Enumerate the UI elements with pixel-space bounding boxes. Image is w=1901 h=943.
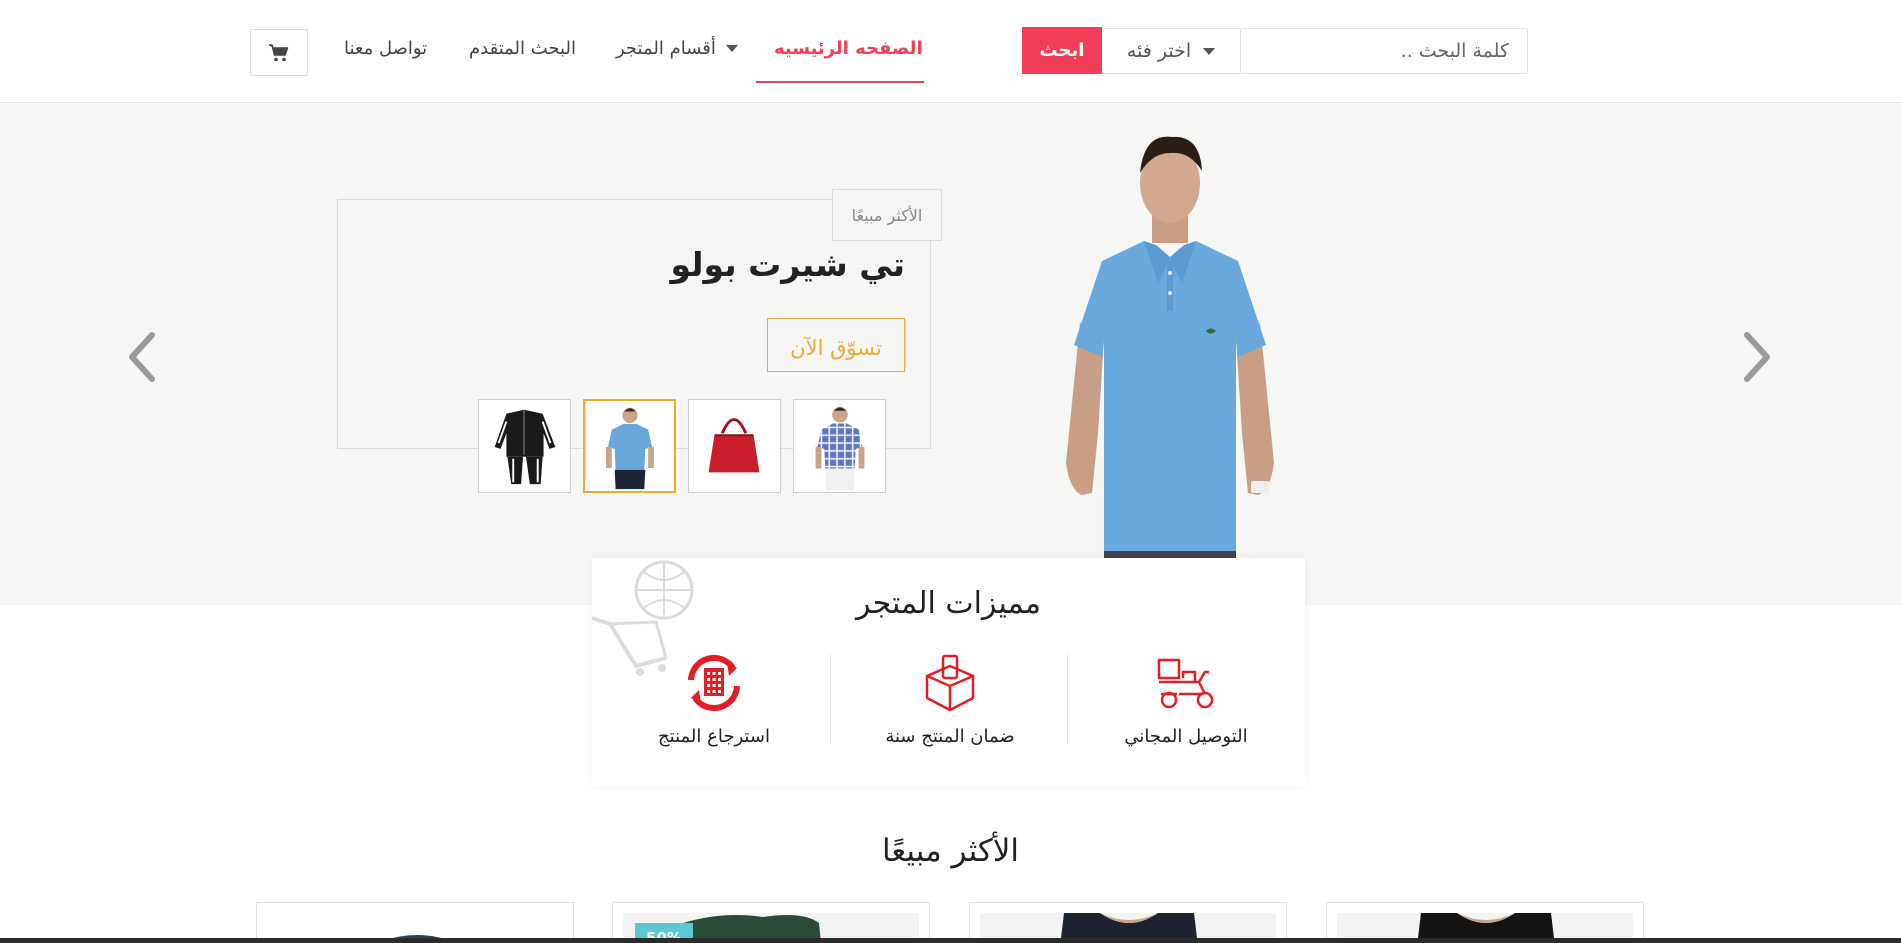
delivery-scooter-icon (1157, 658, 1214, 709)
polo-shirt-image (585, 401, 674, 491)
chevron-right-icon[interactable] (1731, 327, 1781, 387)
tracksuit-image (494, 409, 556, 485)
product-card[interactable] (256, 902, 574, 943)
search-input[interactable] (1240, 28, 1528, 74)
nav-active-underline (756, 81, 924, 83)
chevron-left-icon[interactable] (118, 327, 168, 387)
feature-label: استرجاع المنتج (658, 726, 770, 747)
thumbnail-tracksuit[interactable] (478, 399, 571, 493)
product-card[interactable] (969, 902, 1287, 943)
best-seller-badge: الأكثر مبيعًا (832, 189, 942, 241)
brand-logo[interactable]: عربي (1560, 22, 1666, 78)
cart-button[interactable] (250, 29, 308, 76)
chevron-down-icon (725, 45, 738, 52)
store-features-panel: مميزات المتجر التوصيل المجاني ضمان المنت (592, 558, 1305, 786)
feature-label: التوصيل المجاني (1124, 726, 1248, 747)
thumbnail-polo-shirt[interactable] (583, 399, 676, 493)
thumbnail-checked-shirt[interactable] (793, 399, 886, 493)
nav-store-sections-label: أقسام المتجر (616, 38, 716, 59)
thumbnail-handbag[interactable] (688, 399, 781, 493)
category-select[interactable]: اختر فئه (1101, 28, 1240, 74)
shop-now-button[interactable]: تسوّق الآن (767, 318, 905, 372)
handbag-image (708, 418, 760, 473)
checked-shirt-image (815, 406, 865, 491)
shopping-cart-icon (269, 43, 289, 61)
svg-text:عربي: عربي (1664, 23, 1666, 73)
category-select-label: اختر فئه (1126, 40, 1192, 62)
nav-advanced-search[interactable]: البحث المتقدم (469, 38, 576, 59)
feature-free-delivery: التوصيل المجاني (1068, 654, 1304, 754)
chevron-down-icon (1203, 47, 1216, 55)
return-product-icon (688, 654, 740, 712)
feature-return: استرجاع المنتج (596, 654, 832, 754)
product-card[interactable]: 50% (612, 902, 930, 943)
best-sellers-title: الأكثر مبيعًا (881, 833, 1020, 869)
features-title: مميزات المتجر (856, 586, 1041, 621)
hero-model-image (1066, 136, 1274, 562)
search-button[interactable]: ابحث (1022, 27, 1102, 74)
hero-product-title: تي شيرت بولو (670, 245, 905, 284)
nav-contact[interactable]: تواصل معنا (344, 38, 427, 59)
warranty-box-icon (925, 654, 975, 712)
hero-slider: الأكثر مبيعًا تي شيرت بولو تسوّق الآن (0, 103, 1901, 605)
window-bottom-edge (0, 938, 1901, 943)
feature-warranty: ضمان المنتج سنة (832, 654, 1068, 754)
nav-home[interactable]: الصفحه الرئيسيه (774, 38, 923, 59)
product-card[interactable] (1326, 902, 1644, 943)
nav-store-sections[interactable]: أقسام المتجر (616, 38, 738, 59)
site-header: عربي اختر فئه ابحث الصفحه الرئيسيه أقسام… (0, 0, 1901, 103)
feature-label: ضمان المنتج سنة (885, 726, 1015, 747)
